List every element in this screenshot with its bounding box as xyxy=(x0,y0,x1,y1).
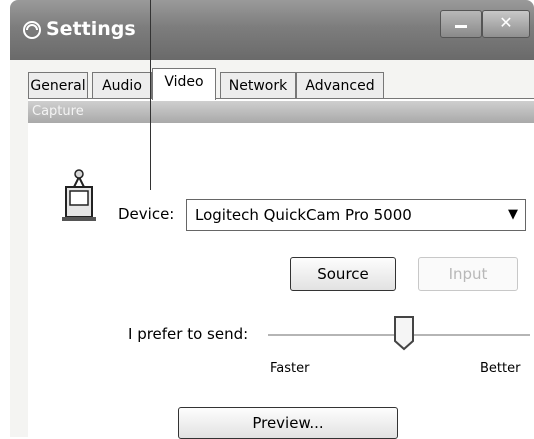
preview-button[interactable]: Preview... xyxy=(178,407,398,439)
settings-swirl-icon xyxy=(23,21,41,39)
tab-network[interactable]: Network xyxy=(220,72,296,99)
video-tab-panel: Capture Device: Logitech QuickCam Pro 50… xyxy=(28,98,534,439)
settings-window: Settings ✕ General Audio Video Network A… xyxy=(10,0,534,439)
slider-max-label: Better xyxy=(480,361,521,376)
tab-video[interactable]: Video xyxy=(152,68,216,100)
webcam-icon xyxy=(62,169,96,221)
source-button[interactable]: Source xyxy=(290,257,396,291)
window-title: Settings xyxy=(46,18,136,40)
close-button[interactable]: ✕ xyxy=(482,10,530,38)
chevron-down-icon[interactable]: ▼ xyxy=(501,200,525,230)
quality-slider-thumb[interactable] xyxy=(393,315,415,351)
scan-divider-line xyxy=(150,0,151,190)
tab-advanced[interactable]: Advanced xyxy=(296,72,384,99)
prefer-to-send-label: I prefer to send: xyxy=(128,325,249,343)
title-bar[interactable]: Settings ✕ xyxy=(10,0,534,60)
close-icon: ✕ xyxy=(499,13,513,32)
device-select-value: Logitech QuickCam Pro 5000 xyxy=(195,206,412,224)
tab-audio[interactable]: Audio xyxy=(92,72,152,99)
minimize-icon xyxy=(455,25,467,28)
window-client-area: General Audio Video Network Advanced Cap… xyxy=(10,60,534,439)
device-label: Device: xyxy=(118,205,175,223)
minimize-button[interactable] xyxy=(440,10,482,38)
device-select[interactable]: Logitech QuickCam Pro 5000 ▼ xyxy=(186,199,526,231)
input-button[interactable]: Input xyxy=(418,257,518,291)
tab-general[interactable]: General xyxy=(28,72,88,99)
capture-group-header: Capture xyxy=(28,101,534,123)
slider-min-label: Faster xyxy=(270,361,310,376)
